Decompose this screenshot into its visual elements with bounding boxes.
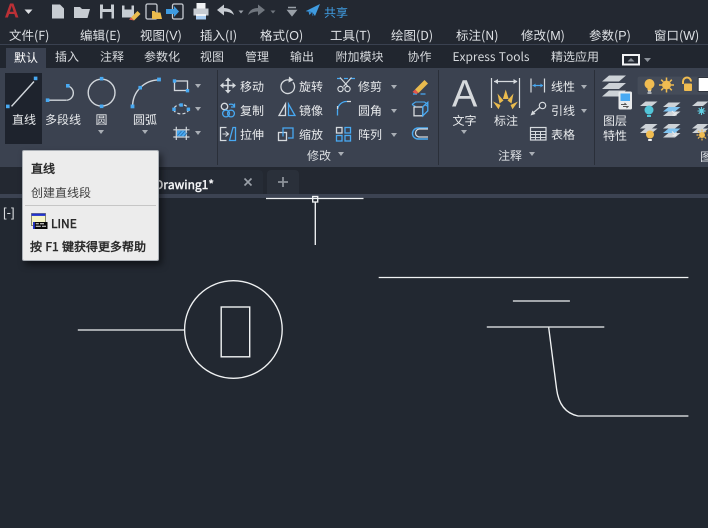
svg-text:A: A: [452, 68, 478, 118]
svg-text:A: A: [5, 1, 19, 23]
